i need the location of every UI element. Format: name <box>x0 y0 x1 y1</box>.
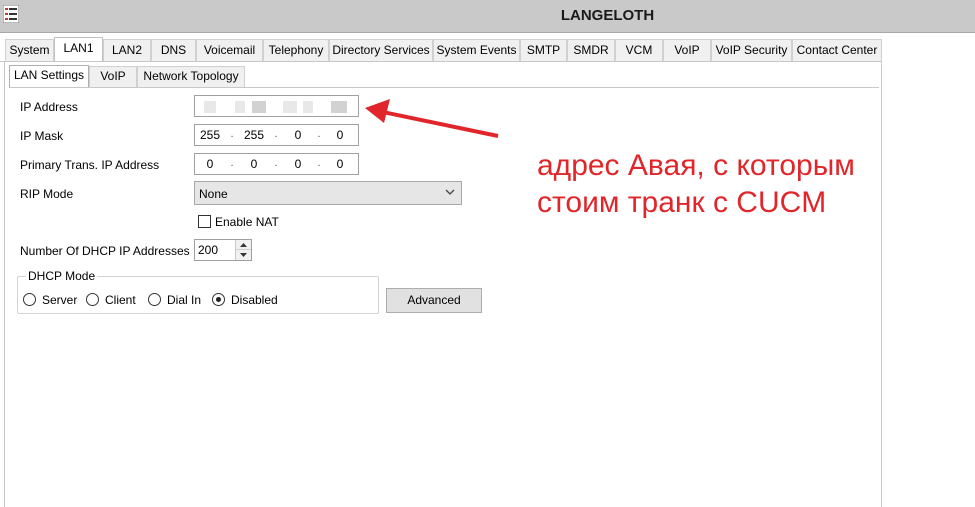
tab-vcm[interactable]: VCM <box>615 39 663 61</box>
tab-lan2[interactable]: LAN2 <box>103 39 151 61</box>
rip-mode-label: RIP Mode <box>20 187 74 201</box>
tab-smdr[interactable]: SMDR <box>567 39 615 61</box>
dhcp-mode-radio-dial-in[interactable] <box>148 293 161 306</box>
redacted-octet <box>252 101 266 113</box>
redacted-octet <box>204 101 216 113</box>
ip-mask-octet-3: 0 <box>294 128 302 142</box>
rip-mode-select[interactable]: None <box>194 181 462 205</box>
tab-system[interactable]: System <box>5 39 54 61</box>
primary-trans-ip-octet-4: 0 <box>336 157 344 171</box>
ip-mask-octet-1: 255 <box>199 128 221 142</box>
triangle-up-icon <box>240 243 247 247</box>
tab-directory-services[interactable]: Directory Services <box>329 39 433 61</box>
ip-mask-octet-2: 255 <box>243 128 265 142</box>
annotation-line-2: стоим транк с CUCM <box>537 186 827 219</box>
dhcp-count-value: 200 <box>198 243 219 257</box>
tab-dns[interactable]: DNS <box>151 39 196 61</box>
tab-contact-center[interactable]: Contact Center <box>792 39 882 61</box>
octet-separator: . <box>317 128 321 140</box>
window-title: LANGELOTH <box>560 7 655 24</box>
rip-mode-value: None <box>199 187 228 201</box>
dhcp-mode-disabled-label: Disabled <box>231 293 278 307</box>
stepper-down-button[interactable] <box>236 250 251 260</box>
dhcp-mode-radio-disabled[interactable] <box>212 293 225 306</box>
subtab-voip[interactable]: VoIP <box>89 66 137 87</box>
stepper-up-button[interactable] <box>236 240 251 250</box>
ip-mask-octet-4: 0 <box>336 128 344 142</box>
dhcp-mode-title: DHCP Mode <box>26 269 98 283</box>
annotation-line-1: адрес Авая, с которым <box>537 149 855 182</box>
dhcp-mode-radio-server[interactable] <box>23 293 36 306</box>
ip-address-field[interactable] <box>194 95 359 117</box>
tab-telephony[interactable]: Telephony <box>263 39 329 61</box>
annotation-arrow-icon <box>365 99 499 138</box>
enable-nat-checkbox[interactable] <box>198 215 211 228</box>
subtab-lan-settings[interactable]: LAN Settings <box>9 65 89 88</box>
octet-separator: . <box>317 157 321 169</box>
ip-address-label: IP Address <box>20 100 78 114</box>
redacted-octet <box>303 101 313 113</box>
octet-separator: . <box>230 128 234 140</box>
dhcp-mode-dial-in-label: Dial In <box>167 293 202 307</box>
chevron-down-icon <box>445 189 455 195</box>
tab-lan1[interactable]: LAN1 <box>54 37 103 62</box>
tab-voip-security[interactable]: VoIP Security <box>711 39 792 61</box>
dhcp-mode-client-label: Client <box>105 293 136 307</box>
sub-tab-divider <box>9 87 879 88</box>
enable-nat-label: Enable NAT <box>215 215 279 229</box>
redacted-octet <box>283 101 297 113</box>
title-bar: LANGELOTH <box>0 0 975 33</box>
annotation-text: адрес Авая, с которым стоим транк с CUCM <box>537 147 855 221</box>
tab-voicemail[interactable]: Voicemail <box>196 39 263 61</box>
triangle-down-icon <box>240 253 247 257</box>
ip-mask-label: IP Mask <box>20 129 64 143</box>
redacted-octet <box>235 101 245 113</box>
redacted-octet <box>331 101 347 113</box>
advanced-button[interactable]: Advanced <box>386 288 482 313</box>
primary-trans-ip-octet-1: 0 <box>206 157 214 171</box>
primary-trans-ip-label: Primary Trans. IP Address <box>20 158 160 172</box>
stepper-buttons <box>235 240 251 260</box>
ip-mask-field[interactable]: 255 . 255 . 0 . 0 <box>194 124 359 146</box>
octet-separator: . <box>230 157 234 169</box>
dhcp-count-label: Number Of DHCP IP Addresses <box>20 244 190 258</box>
octet-separator: . <box>274 157 278 169</box>
dhcp-mode-server-label: Server <box>42 293 78 307</box>
dhcp-count-stepper[interactable]: 200 <box>194 239 252 261</box>
primary-trans-ip-octet-3: 0 <box>294 157 302 171</box>
primary-trans-ip-octet-2: 0 <box>250 157 258 171</box>
main-tab-bar: System LAN1 LAN2 DNS Voicemail Telephony… <box>0 37 975 62</box>
tab-voip[interactable]: VoIP <box>663 39 711 61</box>
primary-trans-ip-field[interactable]: 0 . 0 . 0 . 0 <box>194 153 359 175</box>
dhcp-mode-radio-client[interactable] <box>86 293 99 306</box>
tab-smtp[interactable]: SMTP <box>520 39 567 61</box>
subtab-network-topology[interactable]: Network Topology <box>137 66 245 87</box>
tab-system-events[interactable]: System Events <box>433 39 520 61</box>
octet-separator: . <box>274 128 278 140</box>
